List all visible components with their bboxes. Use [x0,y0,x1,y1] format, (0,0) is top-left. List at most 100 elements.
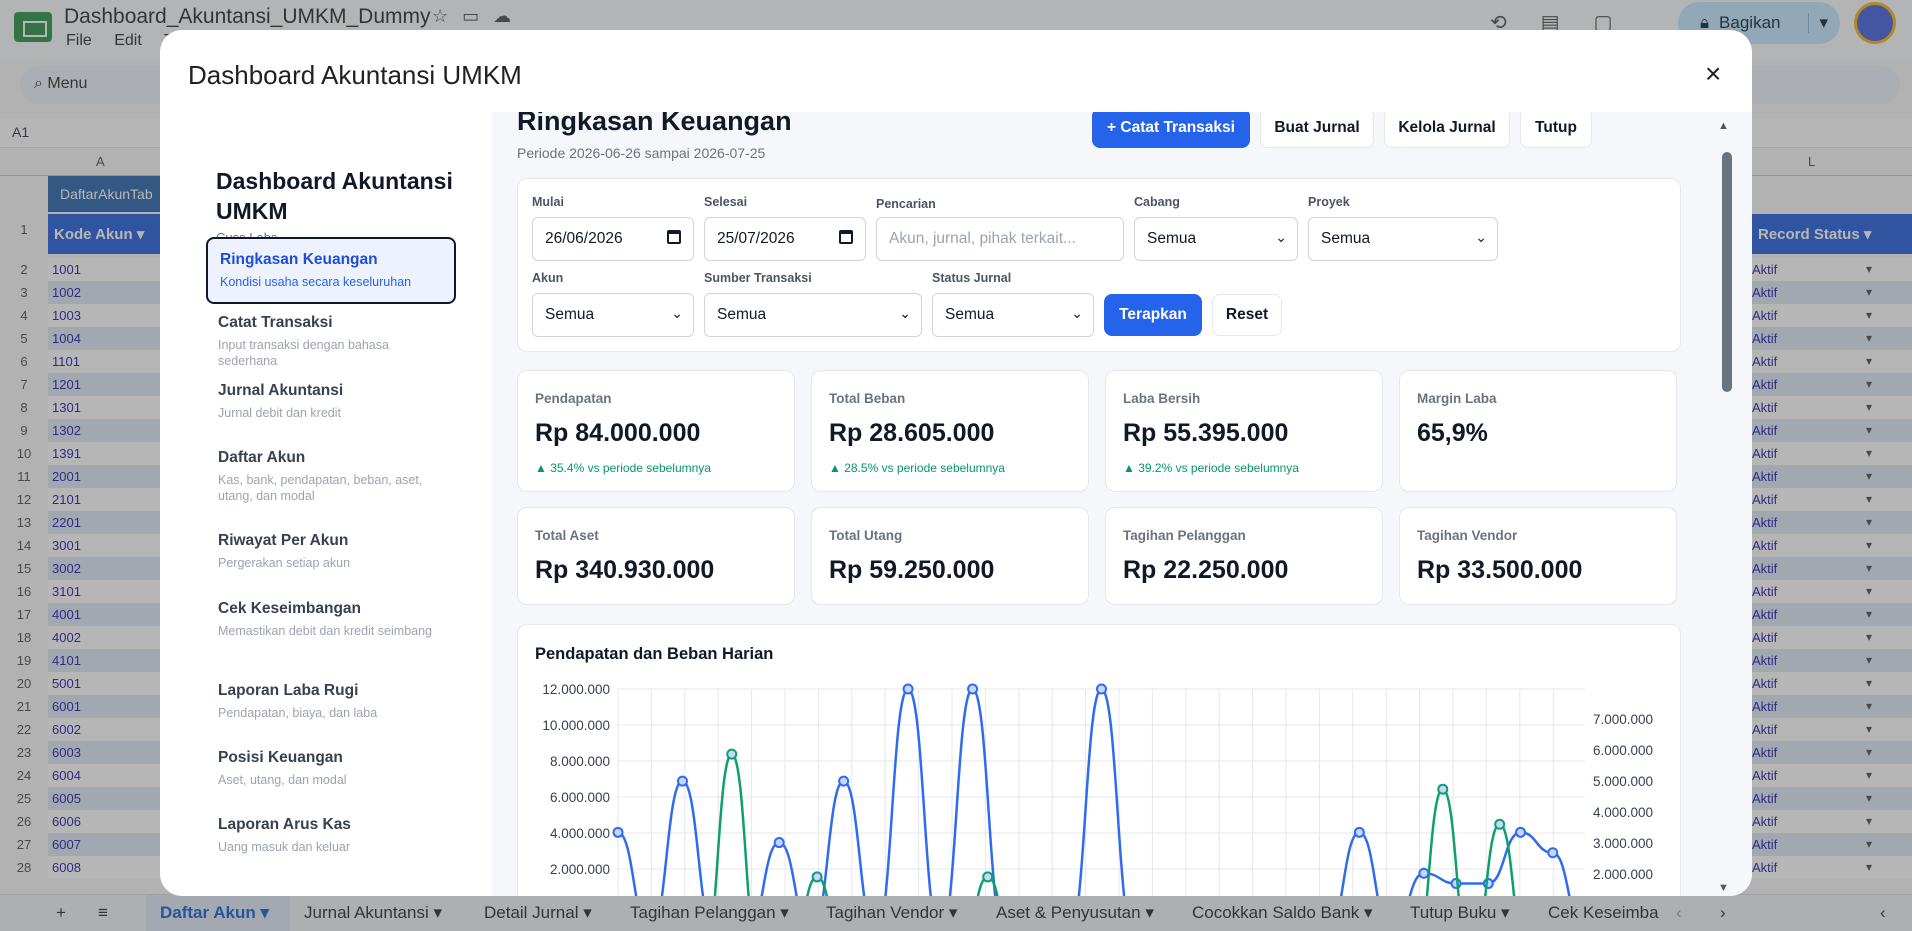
y-left-tick-label: 6.000.000 [550,790,610,805]
search-input[interactable]: Akun, jurnal, pihak terkait... [876,217,1124,261]
sidebar-item-label: Ringkasan Keuangan [220,251,378,268]
status-select[interactable]: Semua ⌄ [932,293,1094,337]
sidebar-item-desc: Uang masuk dan keluar [218,840,351,854]
data-point [1515,826,1527,838]
kpi-label: Total Beban [829,391,906,406]
sidebar-item-desc: Memastikan debit dan kredit seimbang [218,624,433,638]
kpi-label: Tagihan Vendor [1417,528,1518,543]
akun-label: Akun [532,271,564,285]
close-icon[interactable]: × [1705,58,1721,90]
chevron-down-icon: ⌄ [1071,305,1083,321]
chevron-down-icon: ⌄ [1275,229,1287,245]
pencarian-label: Pencarian [876,197,936,211]
data-point [838,775,850,787]
kelola-jurnal-button[interactable]: Kelola Jurnal [1384,112,1510,148]
calendar-icon[interactable] [667,230,681,244]
sidebar-item-label: Laporan Laba Rugi [218,682,359,699]
sidebar-item-riwayat-per-akun[interactable]: Riwayat Per Akun Pergerakan setiap akun [206,520,456,583]
data-point [902,683,914,695]
kpi-label: Tagihan Pelanggan [1123,528,1246,543]
kpi-label: Laba Bersih [1123,391,1201,406]
chevron-down-icon: ⌄ [1475,229,1487,245]
kpi-label: Total Utang [829,528,903,543]
akun-value: Semua [545,306,595,323]
sidebar-item-desc: Input transaksi dengan bahasa sederhana [218,338,389,368]
kpi-card: Tagihan Vendor Rp 33.500.000 [1399,507,1677,605]
kpi-card: Laba Bersih Rp 55.395.000 ▲ 39.2% vs perio… [1105,370,1383,492]
sumber-select[interactable]: Semua ⌄ [704,293,922,337]
kpi-label: Margin Laba [1417,391,1497,406]
dashboard-modal: Dashboard Akuntansi UMKM × Dashboard Aku… [160,30,1752,896]
y-left-tick-label: 12.000.000 [542,682,610,697]
sidebar-item-label: Posisi Keuangan [218,749,343,766]
chevron-down-icon: ⌄ [671,305,683,321]
proyek-value: Semua [1321,230,1371,247]
kpi-label: Pendapatan [535,391,612,406]
kpi-value: Rp 22.250.000 [1123,556,1289,584]
sidebar-item-posisi-keuangan[interactable]: Posisi Keuangan Aset, utang, dan modal [206,737,456,800]
kpi-value: Rp 28.605.000 [829,419,995,447]
sidebar-item-desc: Aset, utang, dan modal [218,773,347,787]
akun-select[interactable]: Semua ⌄ [532,293,694,337]
y-left-tick-label: 2.000.000 [550,862,610,877]
sumber-label: Sumber Transaksi [704,271,812,285]
series-line-1 [713,752,1516,896]
main-scrollbar[interactable] [1722,152,1732,392]
kpi-card: Margin Laba 65,9% [1399,370,1677,492]
chevron-down-icon: ⌄ [899,305,911,321]
data-point [726,748,738,760]
kpi-value: Rp 84.000.000 [535,419,701,447]
sidebar-item-laporan-arus-kas[interactable]: Laporan Arus Kas Uang masuk dan keluar [206,804,456,867]
sidebar-item-label: Cek Keseimbangan [218,600,361,617]
kpi-delta: ▲ 39.2% vs periode sebelumnya [1123,461,1299,475]
kpi-card: Tagihan Pelanggan Rp 22.250.000 [1105,507,1383,605]
kpi-delta: ▲ 35.4% vs periode sebelumnya [535,461,711,475]
sidebar-item-label: Jurnal Akuntansi [218,382,344,399]
kpi-delta: ▲ 28.5% vs periode sebelumnya [829,461,1005,475]
sumber-value: Semua [717,306,767,323]
proyek-select[interactable]: Semua ⌄ [1308,217,1498,261]
reset-button[interactable]: Reset [1212,294,1282,336]
sidebar-item-ringkasan-keuangan[interactable]: Ringkasan Keuangan Kondisi usaha secara k… [206,237,456,304]
scroll-down-icon[interactable]: ▼ [1718,882,1729,894]
selesai-label: Selesai [704,195,748,209]
tutup-button[interactable]: Tutup [1520,112,1592,148]
sidebar-item-label: Daftar Akun [218,449,306,466]
proyek-label: Proyek [1308,195,1350,209]
chart-card: Pendapatan dan Beban Harian 12.000.000 10… [517,624,1681,896]
kpi-value: 65,9% [1417,419,1488,447]
buat-jurnal-button[interactable]: Buat Jurnal [1260,112,1374,148]
sidebar-item-label: Riwayat Per Akun [218,532,349,549]
sidebar-title: Dashboard Akuntansi UMKM [216,168,453,224]
status-label: Status Jurnal [932,271,1012,285]
mulai-date-input[interactable]: 26/06/2026 [532,217,694,261]
sidebar-item-desc: Pendapatan, biaya, dan laba [218,706,378,720]
calendar-icon[interactable] [839,230,853,244]
data-point [1494,818,1506,830]
terapkan-button[interactable]: Terapkan [1104,294,1202,336]
modal-title: Dashboard Akuntansi UMKM [188,60,522,90]
cabang-select[interactable]: Semua ⌄ [1134,217,1298,261]
kpi-value: Rp 340.930.000 [535,556,715,584]
data-point [811,871,823,883]
filter-panel: Mulai 26/06/2026 Selesai 25/07/2026 Penc… [517,178,1681,352]
sidebar-item-cek-keseimbangan[interactable]: Cek Keseimbangan Memastikan debit dan kre… [206,588,456,651]
kpi-value: Rp 59.250.000 [829,556,995,584]
sidebar-item-jurnal-akuntansi[interactable]: Jurnal Akuntansi Jurnal debit dan kredit [206,370,456,433]
selesai-date-input[interactable]: 25/07/2026 [704,217,866,261]
data-point [773,837,785,849]
data-point [676,775,688,787]
kpi-value: Rp 33.500.000 [1417,556,1583,584]
sidebar-item-daftar-akun[interactable]: Daftar Akun Kas, bank, pendapatan, beban,… [206,437,456,516]
y-left-tick-label: 8.000.000 [550,754,610,769]
sidebar-item-desc: Jurnal debit dan kredit [218,406,341,420]
y-left-tick-label: 4.000.000 [550,826,610,841]
kpi-card: Total Utang Rp 59.250.000 [811,507,1089,605]
scroll-up-icon[interactable]: ▲ [1718,120,1729,132]
y-right-tick-label: 3.000.000 [1593,836,1653,851]
data-point [1437,783,1449,795]
mulai-label: Mulai [532,195,564,209]
catat-transaksi-button[interactable]: + Catat Transaksi [1092,112,1250,148]
sidebar-item-laporan-laba-rugi[interactable]: Laporan Laba Rugi Pendapatan, biaya, dan … [206,670,456,733]
mulai-value: 26/06/2026 [545,230,623,247]
